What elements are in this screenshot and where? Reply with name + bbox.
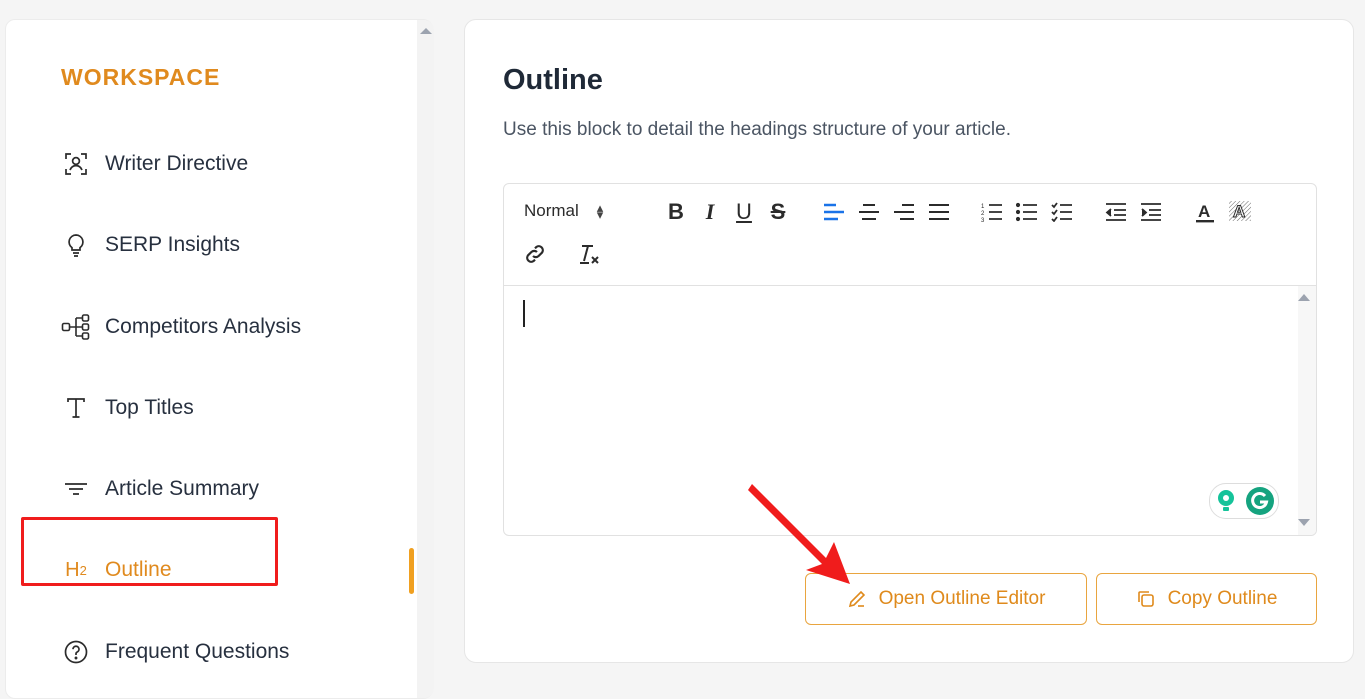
grammarly-widget[interactable] [1209, 483, 1279, 519]
sidebar-item-label: Frequent Questions [105, 640, 290, 663]
sidebar-item-label: Competitors Analysis [105, 315, 302, 338]
align-right-button[interactable] [892, 200, 916, 224]
rich-text-editor: Normal ▴ ▾ B I U S 123 A A [503, 183, 1317, 536]
align-center-button[interactable] [857, 200, 881, 224]
format-select[interactable]: Normal ▴ ▾ [524, 198, 603, 224]
italic-button[interactable]: I [698, 198, 722, 226]
font-color-button[interactable]: A [1193, 198, 1217, 226]
question-circle-icon [61, 637, 91, 667]
scroll-up-arrow-icon[interactable] [420, 28, 432, 34]
lines-icon [61, 474, 91, 504]
sidebar-item-label: Top Titles [105, 396, 194, 419]
active-indicator [409, 548, 414, 594]
sidebar-item-article-summary[interactable]: Article Summary [61, 469, 259, 509]
sidebar-scrollbar[interactable] [417, 20, 434, 698]
page-title: Outline [503, 64, 603, 96]
sidebar-item-top-titles[interactable]: Top Titles [61, 388, 194, 428]
align-justify-button[interactable] [927, 200, 951, 224]
checklist-button[interactable] [1050, 200, 1074, 224]
outline-panel: Outline Use this block to detail the hea… [464, 19, 1354, 663]
lightbulb-icon [1217, 490, 1234, 511]
updown-arrows-icon: ▴ ▾ [596, 200, 604, 222]
editor-content-area[interactable] [504, 286, 1316, 535]
bold-button[interactable]: B [664, 198, 688, 226]
hierarchy-icon [61, 312, 91, 342]
ordered-list-button[interactable]: 123 [980, 200, 1004, 224]
editor-scrollbar[interactable] [1298, 286, 1316, 535]
indent-button[interactable] [1139, 200, 1163, 224]
open-outline-editor-label: Open Outline Editor [878, 588, 1046, 609]
user-scan-icon [61, 149, 91, 179]
strike-button[interactable]: S [766, 198, 790, 226]
lightbulb-icon [61, 230, 91, 260]
underline-button[interactable]: U [732, 198, 756, 226]
pencil-icon [848, 590, 865, 608]
scroll-up-arrow-icon[interactable] [1298, 294, 1310, 301]
sidebar-item-frequent-questions[interactable]: Frequent Questions [61, 632, 289, 672]
svg-text:A: A [1233, 202, 1245, 221]
format-select-value: Normal [524, 201, 579, 220]
bullet-list-button[interactable] [1015, 200, 1039, 224]
grammarly-icon [1245, 487, 1274, 515]
svg-text:2: 2 [981, 211, 985, 217]
highlight-color-button[interactable]: A [1227, 198, 1253, 226]
link-button[interactable] [522, 241, 548, 267]
sidebar-item-competitors-analysis[interactable]: Competitors Analysis [61, 307, 301, 347]
align-left-button[interactable] [822, 200, 846, 224]
editor-toolbar: Normal ▴ ▾ B I U S 123 A A [504, 184, 1316, 286]
copy-outline-label: Copy Outline [1167, 588, 1278, 609]
text-caret [523, 300, 525, 327]
svg-text:1: 1 [981, 204, 985, 210]
sidebar-item-label: Article Summary [105, 477, 260, 500]
annotation-highlight-box [21, 517, 278, 586]
outdent-button[interactable] [1104, 200, 1128, 224]
copy-outline-button[interactable]: Copy Outline [1096, 573, 1317, 625]
page-description: Use this block to detail the headings st… [503, 119, 1011, 140]
sidebar-item-label: SERP Insights [105, 233, 241, 256]
sidebar-item-serp-insights[interactable]: SERP Insights [61, 225, 240, 265]
annotation-arrow-icon [748, 484, 850, 584]
text-t-icon [61, 393, 91, 423]
sidebar: WORKSPACE Writer Directive SERP Insights [5, 19, 434, 699]
sidebar-item-label: Writer Directive [105, 152, 249, 175]
workspace-title: WORKSPACE [61, 64, 221, 90]
scroll-down-arrow-icon[interactable] [1298, 519, 1310, 526]
svg-text:A: A [1198, 202, 1210, 221]
sidebar-item-writer-directive[interactable]: Writer Directive [61, 144, 248, 184]
copy-icon [1137, 591, 1154, 607]
clear-format-button[interactable] [576, 241, 602, 267]
svg-text:3: 3 [981, 218, 985, 222]
